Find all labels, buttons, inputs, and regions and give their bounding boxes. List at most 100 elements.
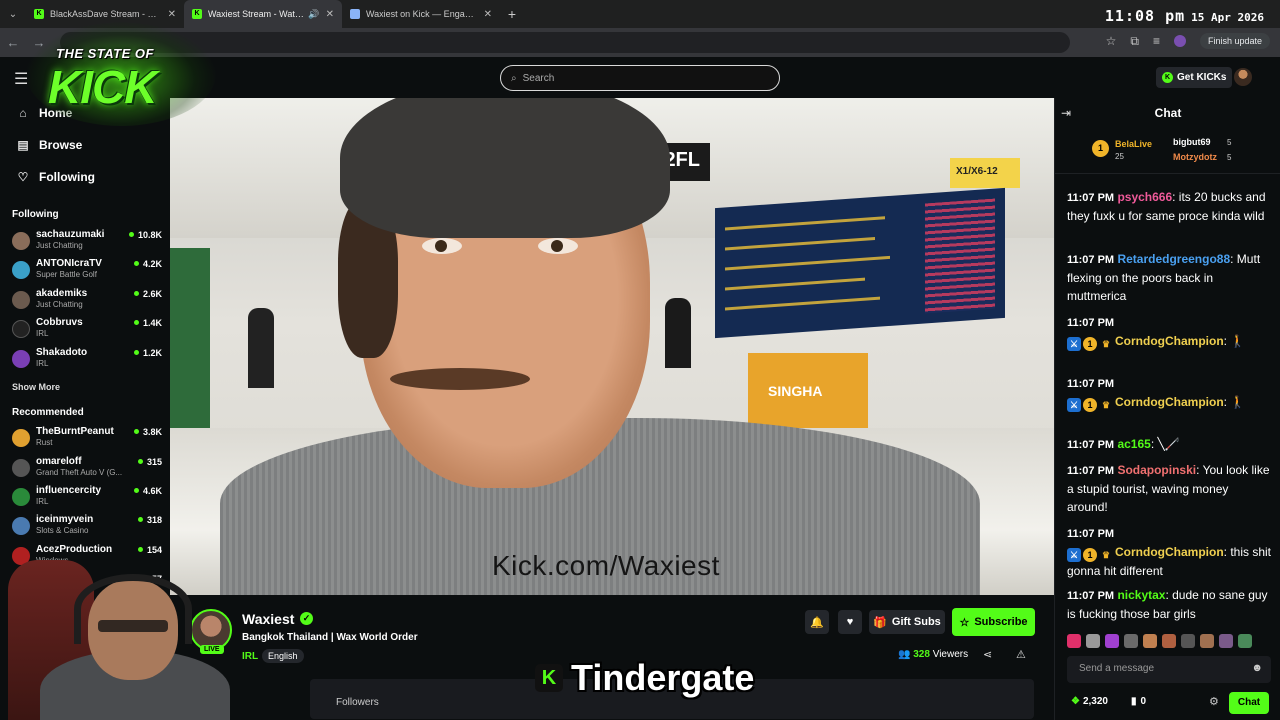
channel-category: IRL (36, 497, 49, 506)
mustache (390, 368, 530, 390)
back-icon[interactable]: ← (0, 35, 26, 50)
profile-avatar[interactable] (1173, 35, 1186, 47)
channel-points[interactable]: ❖ 2,320 (1071, 696, 1108, 707)
channel-category: Slots & Casino (36, 526, 89, 535)
follow-heart-button[interactable]: ♥ (838, 610, 862, 634)
finish-update-button[interactable]: Finish update (1199, 33, 1270, 49)
message-time: 11:07 PM (1067, 439, 1115, 451)
browse-icon: ▤ (17, 138, 29, 152)
moderator-badge-icon: ⚔ (1067, 398, 1081, 412)
following-channel-row[interactable]: Shakadoto IRL 1.2K (12, 347, 162, 373)
kicks-icon: ▮ (1131, 696, 1137, 707)
recommended-channel-row[interactable]: omareloff Grand Theft Auto V (G... 315 (12, 456, 162, 482)
following-channel-row[interactable]: sachauzumaki Just Chatting 10.8K (12, 229, 162, 255)
leader-name[interactable]: BelaLive (1115, 139, 1152, 149)
search-input[interactable]: ⌕ Search (500, 65, 780, 91)
viewer-count: 4.6K (134, 486, 162, 496)
emote-icon[interactable] (1181, 634, 1195, 648)
chat-panel: ⇥ Chat 1 BelaLive 25 bigbut69 5 Motzydot… (1054, 98, 1280, 720)
singha-kiosk: SINGHA (748, 353, 868, 428)
emote-icon[interactable] (1124, 634, 1138, 648)
sidebar-item-browse[interactable]: ▤ Browse (16, 138, 82, 152)
tab-title: BlackAssDave Stream - Watch Li (50, 9, 162, 19)
gift-leaderboard: 1 BelaLive 25 bigbut69 5 Motzydotz 5 (1055, 130, 1280, 174)
emote-icon[interactable] (1219, 634, 1233, 648)
crown-badge-icon: ♛ (1101, 550, 1111, 560)
send-chat-button[interactable]: Chat (1229, 692, 1269, 714)
message-user[interactable]: nickytax (1117, 588, 1165, 602)
new-tab-button[interactable]: + (500, 6, 524, 22)
viewer-count: 315 (138, 457, 162, 467)
sidebar-item-following[interactable]: ♡ Following (16, 170, 95, 184)
language-tag[interactable]: English (262, 649, 304, 663)
user-avatar[interactable] (1234, 68, 1252, 86)
emote-icon[interactable] (1105, 634, 1119, 648)
channel-category: Super Battle Golf (36, 270, 97, 279)
recommended-channel-row[interactable]: TheBurntPeanut Rust 3.8K (12, 426, 162, 452)
browser-tab-3[interactable]: Waxiest on Kick — Engagemen ✕ (342, 0, 500, 28)
moderator-badge-icon: ⚔ (1067, 548, 1081, 562)
logo-line-1: THE STATE OF (56, 46, 154, 61)
recommended-channel-row[interactable]: influencercity IRL 4.6K (12, 485, 162, 511)
media-control-icon[interactable]: ≡ (1153, 34, 1160, 48)
emote-icon[interactable] (1200, 634, 1214, 648)
tab-title: Waxiest Stream - Watch Liv (208, 9, 305, 19)
message-user[interactable]: ac165 (1117, 437, 1150, 451)
video-player[interactable]: 2FL X1/X6-12 SINGHA Kick.com/Waxiest (170, 98, 1054, 595)
gear-icon[interactable]: ⚙ (1209, 695, 1219, 708)
tab-search-button[interactable]: ⌄ (0, 0, 26, 28)
message-user[interactable]: CorndogChampion (1115, 545, 1224, 559)
gift-subs-button[interactable]: 🎁 Gift Subs (869, 610, 945, 634)
channel-name: Shakadoto (36, 347, 88, 358)
background-person (248, 308, 274, 388)
notification-bell-button[interactable]: 🔔 (805, 610, 829, 634)
message-user[interactable]: psych666 (1117, 190, 1172, 204)
leader-name[interactable]: Motzydotz (1173, 152, 1217, 162)
channel-avatar (12, 261, 30, 279)
close-icon[interactable]: ✕ (484, 9, 492, 20)
report-icon[interactable]: ⚠ (1016, 648, 1026, 661)
crown-badge-icon: ♛ (1101, 400, 1111, 410)
eye (422, 238, 462, 254)
chat-message-input[interactable]: Send a message ☻ (1067, 656, 1271, 683)
channel-name[interactable]: Waxiest (242, 611, 294, 627)
recommended-channel-row[interactable]: iceinmyvein Slots & Casino 318 (12, 514, 162, 540)
channel-category: Rust (36, 438, 53, 447)
kicks-value: 0 (1140, 696, 1147, 707)
message-time: 11:07 PM (1067, 378, 1115, 390)
emote-icon[interactable] (1162, 634, 1176, 648)
category-link[interactable]: IRL (242, 651, 258, 662)
leader-name[interactable]: bigbut69 (1173, 137, 1211, 147)
channel-name: sachauzumaki (36, 229, 105, 240)
speaker-icon[interactable]: 🔊 (308, 9, 319, 20)
message-user[interactable]: CorndogChampion (1115, 395, 1224, 409)
message-user[interactable]: CorndogChampion (1115, 334, 1224, 348)
emote-icon[interactable] (1086, 634, 1100, 648)
video-watermark: Kick.com/Waxiest (492, 550, 720, 581)
emote-icon[interactable] (1067, 634, 1081, 648)
browser-toolbar-icons: ☆ ⧉ ≡ Finish update (1106, 33, 1270, 49)
close-icon[interactable]: ✕ (326, 9, 334, 20)
recommended-header: Recommended (12, 407, 84, 418)
share-icon[interactable]: ⋖ (983, 648, 992, 661)
state-of-kick-logo: THE STATE OF KICK (26, 22, 216, 126)
eye (538, 238, 578, 254)
emote-icon[interactable] (1238, 634, 1252, 648)
show-more-link[interactable]: Show More (12, 382, 60, 392)
message-user[interactable]: Sodapopinski (1117, 463, 1196, 477)
message-user[interactable]: Retardedgreengo88 (1117, 252, 1230, 266)
caption-text: Tindergate (571, 657, 755, 698)
emoji-picker-icon[interactable]: ☻ (1251, 662, 1263, 674)
channel-name: iceinmyvein (36, 514, 94, 525)
close-icon[interactable]: ✕ (168, 9, 176, 20)
message-time: 11:07 PM (1067, 590, 1115, 602)
following-channel-row[interactable]: akademiks Just Chatting 2.6K (12, 288, 162, 314)
following-channel-row[interactable]: Cobbruvs IRL 1.4K (12, 317, 162, 343)
extensions-icon[interactable]: ⧉ (1130, 34, 1139, 49)
subscribe-button[interactable]: ☆ Subscribe (952, 608, 1035, 636)
bookmark-star-icon[interactable]: ☆ (1106, 34, 1117, 48)
emote-icon[interactable] (1143, 634, 1157, 648)
following-channel-row[interactable]: ANTONIcraTV Super Battle Golf 4.2K (12, 258, 162, 284)
kicks-balance[interactable]: ▮ 0 (1131, 696, 1146, 707)
get-kicks-button[interactable]: K Get KICKs (1156, 67, 1233, 88)
